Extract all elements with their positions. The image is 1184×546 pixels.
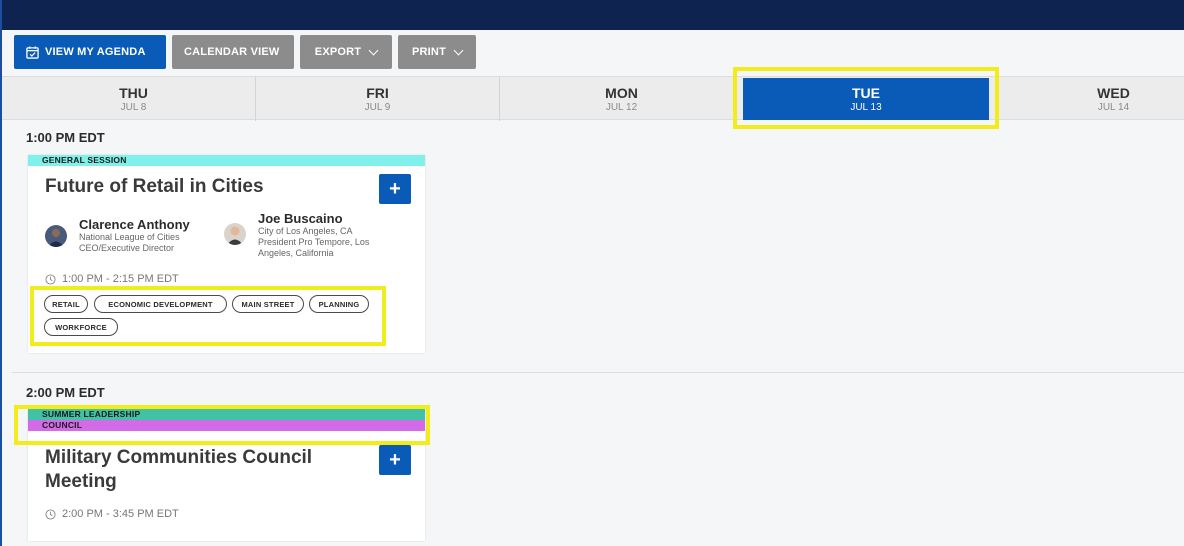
print-dropdown-button[interactable]: PRINT	[398, 35, 476, 69]
speaker-role: National League of Cities	[79, 232, 180, 242]
tab-day-fri[interactable]: FRI JUL 9	[256, 77, 499, 121]
speaker[interactable]: Joe Buscaino City of Los Angeles, CA Pre…	[224, 211, 369, 259]
highlight-box-track-ribbons	[14, 405, 430, 445]
day-name: WED	[1097, 85, 1130, 101]
avatar	[224, 223, 246, 245]
calendar-check-icon	[26, 45, 39, 59]
day-date: JUL 8	[120, 102, 147, 113]
day-tabs: THU JUL 8 FRI JUL 9 MON JUL 12 TUE JUL 1…	[2, 76, 1184, 121]
time-slot-label: 1:00 PM EDT	[26, 130, 105, 145]
session-time-range: 1:00 PM - 2:15 PM EDT	[45, 273, 179, 285]
add-to-agenda-button[interactable]: +	[379, 174, 411, 204]
day-date: JUL 14	[1097, 102, 1130, 113]
speaker-name: Clarence Anthony	[79, 217, 190, 232]
calendar-view-button[interactable]: CALENDAR VIEW	[172, 35, 294, 69]
tab-day-thu[interactable]: THU JUL 8	[12, 77, 255, 121]
session-title[interactable]: Future of Retail in Cities	[45, 174, 264, 199]
speaker-role: City of Los Angeles, CA	[258, 226, 353, 236]
highlight-box-tags	[30, 286, 386, 346]
calendar-view-label: CALENDAR VIEW	[184, 46, 280, 58]
speaker-role: President Pro Tempore, Los	[258, 237, 370, 247]
chevron-down-icon	[368, 45, 379, 55]
day-date: JUL 12	[605, 102, 638, 113]
day-name: FRI	[366, 85, 389, 101]
speaker-role: Angeles, California	[258, 248, 334, 258]
person-icon	[227, 226, 243, 245]
time-slot-divider	[12, 372, 1184, 373]
day-name: THU	[119, 85, 148, 101]
export-label: EXPORT	[314, 46, 362, 58]
session-time-range: 2:00 PM - 3:45 PM EDT	[45, 508, 179, 520]
view-my-agenda-button[interactable]: VIEW MY AGENDA	[14, 35, 166, 69]
toolbar: VIEW MY AGENDA CALENDAR VIEW EXPORT PRIN…	[14, 35, 476, 71]
track-ribbon: GENERAL SESSION	[28, 155, 425, 166]
avatar	[45, 225, 67, 247]
person-icon	[48, 229, 64, 247]
top-header-bar	[2, 0, 1184, 30]
view-my-agenda-label: VIEW MY AGENDA	[45, 46, 146, 58]
tab-day-mon[interactable]: MON JUL 12	[500, 77, 743, 121]
day-name: MON	[605, 85, 638, 101]
app-frame: VIEW MY AGENDA CALENDAR VIEW EXPORT PRIN…	[0, 0, 1184, 546]
chevron-down-icon	[453, 45, 464, 55]
time-range-text: 1:00 PM - 2:15 PM EDT	[62, 273, 179, 285]
export-dropdown-button[interactable]: EXPORT	[300, 35, 392, 69]
speaker-name: Joe Buscaino	[258, 211, 343, 226]
speaker[interactable]: Clarence Anthony National League of Citi…	[45, 215, 190, 254]
session-title-line[interactable]: Meeting	[45, 469, 117, 494]
clock-icon	[45, 273, 56, 285]
session-title-line[interactable]: Military Communities Council	[45, 445, 312, 470]
time-slot-label: 2:00 PM EDT	[26, 385, 105, 400]
highlight-box-tue-tab	[733, 67, 999, 129]
clock-icon	[45, 508, 56, 520]
speaker-role: CEO/Executive Director	[79, 243, 175, 253]
print-label: PRINT	[412, 46, 446, 58]
tab-day-wed[interactable]: WED JUL 14	[992, 77, 1184, 121]
day-date: JUL 9	[364, 102, 391, 113]
time-range-text: 2:00 PM - 3:45 PM EDT	[62, 508, 179, 520]
add-to-agenda-button[interactable]: +	[379, 445, 411, 475]
